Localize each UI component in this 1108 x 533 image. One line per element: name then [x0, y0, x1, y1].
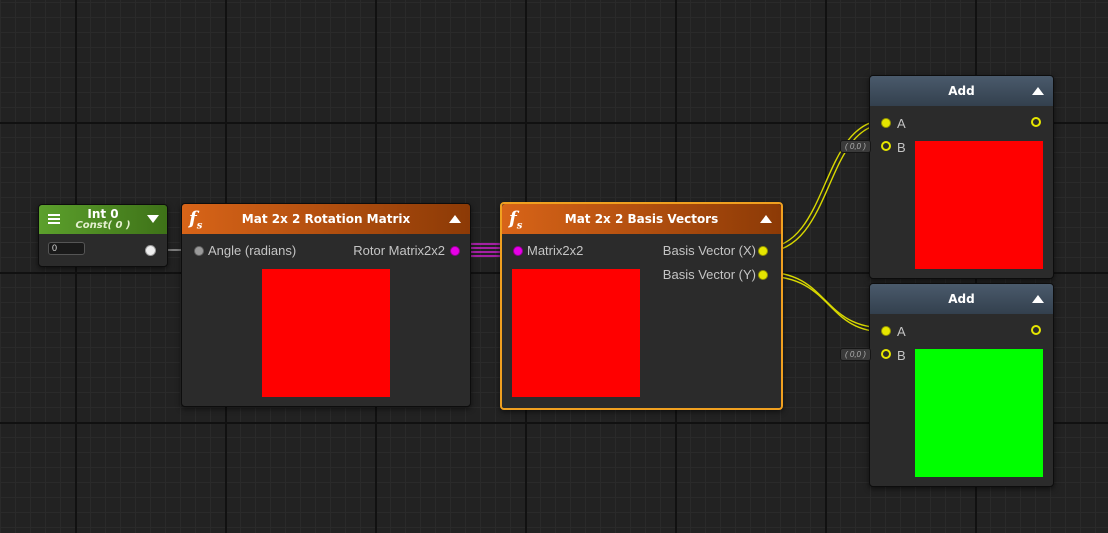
default-b-value-pill[interactable]: ( 0,0 ) — [840, 348, 871, 361]
basis-y-output-port[interactable] — [758, 270, 768, 280]
chevron-down-icon[interactable] — [147, 215, 159, 223]
output-port[interactable] — [1031, 325, 1041, 335]
angle-input-port[interactable] — [194, 246, 204, 256]
collapse-triangle-icon[interactable] — [449, 215, 461, 223]
node-header[interactable]: Int 0 Const( 0 ) — [39, 205, 167, 234]
collapse-triangle-icon[interactable] — [1032, 295, 1044, 303]
node-header[interactable]: fs Mat 2x 2 Rotation Matrix — [182, 204, 470, 234]
rotation-matrix-node[interactable]: fs Mat 2x 2 Rotation Matrix Angle (radia… — [181, 203, 471, 407]
angle-input-label: Angle (radians) — [208, 243, 297, 258]
input-a-port[interactable] — [881, 118, 891, 128]
matrix-input-label: Matrix2x2 — [527, 243, 584, 258]
input-a-port[interactable] — [881, 326, 891, 336]
int-value-field[interactable]: 0 — [48, 242, 85, 255]
add-node-1[interactable]: Add A B — [869, 75, 1054, 279]
basis-y-output-label: Basis Vector (Y) — [662, 267, 756, 282]
basis-x-output-port[interactable] — [758, 246, 768, 256]
preview-swatch — [915, 349, 1043, 477]
basis-x-output-label: Basis Vector (X) — [662, 243, 756, 258]
input-a-label: A — [897, 324, 906, 339]
preview-swatch — [512, 269, 640, 397]
node-header[interactable]: Add — [870, 76, 1053, 106]
preview-swatch — [262, 269, 390, 397]
rotor-output-label: Rotor Matrix2x2 — [353, 243, 445, 258]
node-title: Mat 2x 2 Rotation Matrix — [241, 212, 411, 226]
collapse-triangle-icon[interactable] — [760, 215, 772, 223]
preview-swatch — [915, 141, 1043, 269]
node-title: Mat 2x 2 Basis Vectors — [564, 212, 719, 226]
output-port[interactable] — [1031, 117, 1041, 127]
input-b-label: B — [897, 140, 906, 155]
node-title: Add — [948, 292, 975, 306]
int-const-node[interactable]: Int 0 Const( 0 ) 0 — [38, 204, 168, 267]
rotor-output-port[interactable] — [450, 246, 460, 256]
collapse-triangle-icon[interactable] — [1032, 87, 1044, 95]
node-title: Add — [948, 84, 975, 98]
basis-vectors-node[interactable]: fs Mat 2x 2 Basis Vectors Matrix2x2 Basi… — [500, 202, 783, 410]
int-output-port[interactable] — [145, 245, 156, 256]
input-b-port[interactable] — [881, 141, 891, 151]
input-b-label: B — [897, 348, 906, 363]
matrix-input-port[interactable] — [513, 246, 523, 256]
node-header[interactable]: Add — [870, 284, 1053, 314]
input-a-label: A — [897, 116, 906, 131]
input-b-port[interactable] — [881, 349, 891, 359]
default-b-value-pill[interactable]: ( 0,0 ) — [840, 140, 871, 153]
add-node-2[interactable]: Add A B — [869, 283, 1054, 487]
node-header[interactable]: fs Mat 2x 2 Basis Vectors — [502, 204, 781, 234]
